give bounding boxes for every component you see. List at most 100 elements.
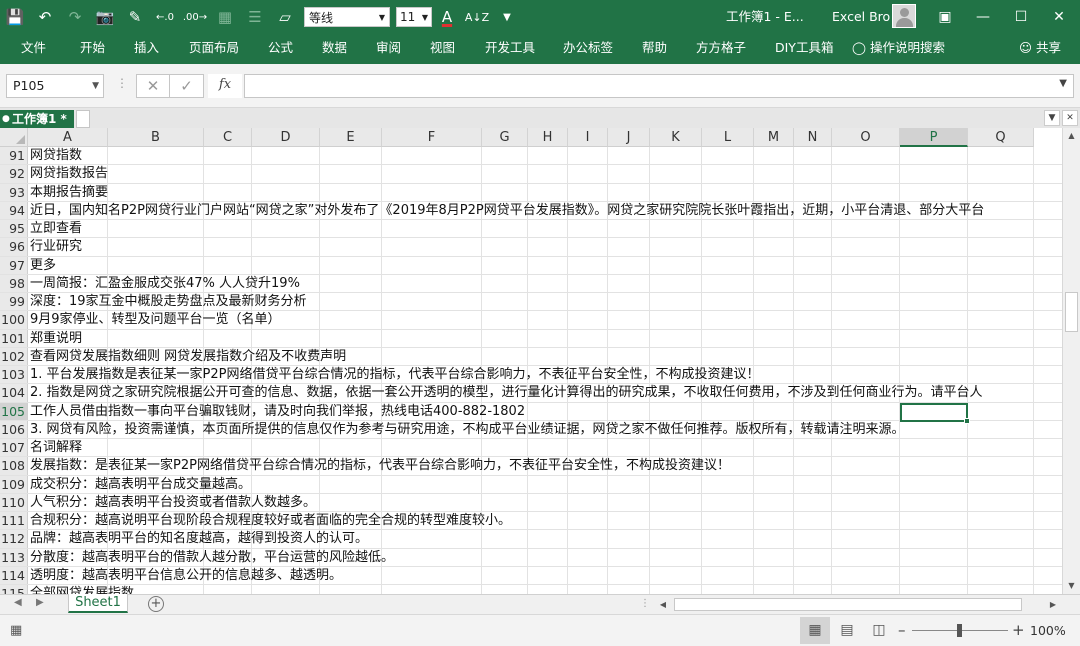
scroll-down-icon[interactable]: ▼	[1063, 578, 1080, 594]
cell-text[interactable]: 名词解释	[30, 439, 82, 456]
macro-record-icon[interactable]: ▦	[10, 623, 22, 638]
avatar[interactable]	[892, 4, 916, 28]
workbook-tab[interactable]: ● 工作簿1 *	[0, 110, 74, 128]
tab-developer[interactable]: 开发工具	[485, 34, 535, 64]
column-header-b[interactable]: B	[108, 128, 204, 147]
format-painter-icon[interactable]: ✎	[120, 0, 150, 34]
undo-icon[interactable]: ↶	[30, 0, 60, 34]
decrease-decimal-icon[interactable]: ←.0	[150, 0, 180, 34]
column-header-i[interactable]: I	[568, 128, 608, 147]
tab-file[interactable]: 文件	[21, 34, 46, 64]
customize-toolbar-icon[interactable]: ▼	[492, 0, 522, 34]
cell-text[interactable]: 1. 平台发展指数是表征某一家P2P网络借贷平台综合情况的指标，代表平台综合影响…	[30, 366, 760, 383]
column-header-q[interactable]: Q	[968, 128, 1034, 147]
row-header[interactable]: 91	[0, 147, 28, 165]
cell-text[interactable]: 品牌：越高表明平台的知名度越高，越得到投资人的认可。	[30, 530, 368, 547]
tab-office-tab[interactable]: 办公标签	[563, 34, 613, 64]
row-header[interactable]: 100	[0, 311, 28, 329]
tab-page-layout[interactable]: 页面布局	[189, 34, 239, 64]
expand-formula-icon[interactable]: ▼	[1059, 78, 1067, 89]
tab-insert[interactable]: 插入	[134, 34, 159, 64]
row-header[interactable]: 110	[0, 493, 28, 511]
row-header[interactable]: 112	[0, 530, 28, 548]
redo-icon[interactable]: ↷	[60, 0, 90, 34]
cell-text[interactable]: 本期报告摘要	[30, 184, 108, 201]
share-button[interactable]: ☺ 共享	[1019, 34, 1061, 64]
zoom-level[interactable]: 100%	[1030, 623, 1066, 638]
tab-splitter-icon[interactable]: ⋮	[640, 598, 650, 609]
page-break-view-icon[interactable]: ◫	[864, 617, 894, 644]
next-sheet-icon[interactable]: ▶	[36, 597, 44, 608]
row-header[interactable]: 94	[0, 201, 28, 219]
camera-icon[interactable]: 📷	[90, 0, 120, 34]
cell-text[interactable]: 近日，国内知名P2P网贷行业门户网站“网贷之家”对外发布了《2019年8月P2P…	[30, 202, 984, 219]
cell-text[interactable]: 成交积分：越高表明平台成交量越高。	[30, 476, 251, 493]
prev-sheet-icon[interactable]: ◀	[14, 597, 22, 608]
cell-text[interactable]: 合规积分：越高说明平台现阶段合规程度较好或者面临的完全合规的转型难度较小。	[30, 512, 511, 529]
column-header-p[interactable]: P	[900, 128, 968, 147]
cell-text[interactable]: 深度：19家互金中概股走势盘点及最新财务分析	[30, 293, 307, 310]
horizontal-scrollbar[interactable]: ◀ ▶	[656, 596, 1060, 613]
column-header-l[interactable]: L	[702, 128, 754, 147]
user-name[interactable]: Excel Bro	[832, 0, 890, 34]
row-header[interactable]: 102	[0, 347, 28, 365]
row-header[interactable]: 104	[0, 384, 28, 402]
borders-icon[interactable]: ▦	[210, 0, 240, 34]
horizontal-scroll-thumb[interactable]	[674, 598, 1022, 611]
row-header[interactable]: 106	[0, 420, 28, 438]
cell-text[interactable]: 行业研究	[30, 238, 82, 255]
enter-icon[interactable]: ✓	[170, 74, 204, 98]
maximize-icon[interactable]: ☐	[1002, 0, 1040, 34]
row-header[interactable]: 107	[0, 439, 28, 457]
row-header[interactable]: 98	[0, 274, 28, 292]
formula-bar-grip-icon[interactable]: ⋮	[116, 76, 128, 90]
cell-text[interactable]: 查看网贷发展指数细则 网贷发展指数介绍及不收费声明	[30, 348, 346, 365]
font-name-select[interactable]: 等线 ▼	[304, 7, 390, 27]
column-header-e[interactable]: E	[320, 128, 382, 147]
scroll-up-icon[interactable]: ▲	[1063, 128, 1080, 144]
row-header[interactable]: 111	[0, 512, 28, 530]
cell-text[interactable]: 网贷指数报告	[30, 165, 108, 182]
row-header[interactable]: 99	[0, 293, 28, 311]
tab-data[interactable]: 数据	[322, 34, 347, 64]
font-size-select[interactable]: 11 ▼	[396, 7, 432, 27]
increase-decimal-icon[interactable]: .00→	[180, 0, 210, 34]
row-header[interactable]: 103	[0, 366, 28, 384]
fill-handle[interactable]	[964, 417, 970, 424]
row-header[interactable]: 97	[0, 256, 28, 274]
cell-text[interactable]: 一周简报：汇盈金服成交张47% 人人贷升19%	[30, 275, 300, 292]
cell-text[interactable]: 立即查看	[30, 220, 82, 237]
cell-text[interactable]: 分散度：越高表明平台的借款人越分散，平台运营的风险越低。	[30, 549, 394, 566]
row-header[interactable]: 115	[0, 585, 28, 594]
cell-text[interactable]: 透明度：越高表明平台信息公开的信息越多、越透明。	[30, 567, 342, 584]
ribbon-display-icon[interactable]: ▣	[926, 0, 964, 34]
align-icon[interactable]: ☰	[240, 0, 270, 34]
cancel-icon[interactable]: ✕	[136, 74, 170, 98]
row-header[interactable]: 96	[0, 238, 28, 256]
zoom-slider-thumb[interactable]	[957, 624, 962, 637]
tab-view[interactable]: 视图	[430, 34, 455, 64]
column-header-d[interactable]: D	[252, 128, 320, 147]
normal-view-icon[interactable]: ▦	[800, 617, 830, 644]
cell-text[interactable]: 人气积分：越高表明平台投资或者借款人数越多。	[30, 494, 316, 511]
select-all-button[interactable]	[0, 128, 28, 147]
page-layout-view-icon[interactable]: ▤	[832, 617, 862, 644]
cell-text[interactable]: 发展指数：是表征某一家P2P网络借贷平台综合情况的指标，代表平台综合影响力，不表…	[30, 457, 730, 474]
column-header-g[interactable]: G	[482, 128, 528, 147]
zoom-in-icon[interactable]: +	[1012, 621, 1025, 639]
column-header-n[interactable]: N	[794, 128, 832, 147]
row-header[interactable]: 101	[0, 329, 28, 347]
cell-text[interactable]: 3. 网贷有风险，投资需谨慎，本页面所提供的信息仅作为参考与研究用途，不构成平台…	[30, 421, 905, 438]
tell-me-search[interactable]: ◯ 操作说明搜索	[852, 34, 945, 64]
vertical-scrollbar[interactable]: ▲ ▼	[1062, 128, 1080, 594]
cell-text[interactable]: 郑重说明	[30, 330, 82, 347]
tab-home[interactable]: 开始	[80, 34, 105, 64]
column-header-j[interactable]: J	[608, 128, 650, 147]
insert-function-button[interactable]: fx	[208, 74, 242, 98]
row-header[interactable]: 109	[0, 475, 28, 493]
tab-formulas[interactable]: 公式	[268, 34, 293, 64]
fill-color-icon[interactable]: ▱	[270, 0, 300, 34]
scroll-left-icon[interactable]: ◀	[656, 596, 670, 613]
column-header-h[interactable]: H	[528, 128, 568, 147]
column-header-m[interactable]: M	[754, 128, 794, 147]
